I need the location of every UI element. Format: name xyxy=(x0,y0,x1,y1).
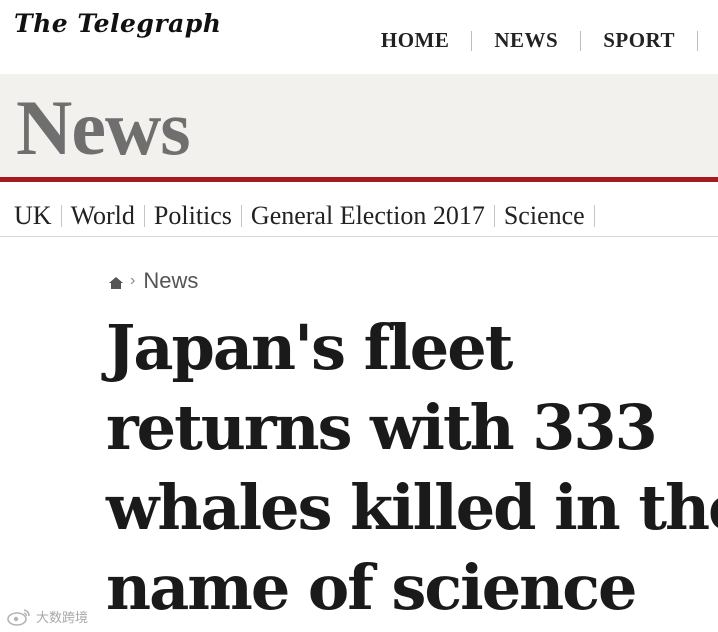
headline-line: returns with 333 xyxy=(106,391,658,464)
headline-line: Japan's fleet xyxy=(106,311,513,384)
top-nav-news[interactable]: NEWS xyxy=(472,28,580,53)
section-accent-rule xyxy=(0,177,718,182)
sub-nav-politics[interactable]: Politics xyxy=(147,201,239,231)
chevron-right-icon: › xyxy=(130,272,136,289)
site-logo[interactable]: The Telegraph xyxy=(14,9,221,38)
site-header: The Telegraph HOME NEWS SPORT xyxy=(0,0,718,74)
section-sub-nav: UK World Politics General Election 2017 … xyxy=(0,196,718,236)
headline-line: whales killed in the xyxy=(106,471,718,544)
top-nav-sport[interactable]: SPORT xyxy=(581,28,697,53)
article-headline: Japan's fleet returns with 333 whales ki… xyxy=(106,308,718,628)
watermark: 大数跨境 xyxy=(6,607,88,626)
sub-nav-divider xyxy=(593,205,595,227)
page: The Telegraph HOME NEWS SPORT News UK Wo… xyxy=(0,0,718,632)
sub-nav-world[interactable]: World xyxy=(64,201,142,231)
sub-nav-divider xyxy=(240,205,242,227)
sub-nav-divider xyxy=(60,205,62,227)
sub-nav-divider xyxy=(143,205,145,227)
top-nav: HOME NEWS SPORT xyxy=(359,28,718,53)
breadcrumb: › News xyxy=(108,268,198,294)
home-icon[interactable] xyxy=(108,276,124,290)
top-nav-home[interactable]: HOME xyxy=(359,28,472,53)
watermark-text: 大数跨境 xyxy=(36,611,89,626)
weibo-icon xyxy=(7,608,30,626)
breadcrumb-news-link[interactable]: News xyxy=(143,268,198,294)
top-nav-divider xyxy=(697,30,698,51)
headline-line: name of science xyxy=(106,551,637,624)
sub-nav-uk[interactable]: UK xyxy=(0,201,59,231)
sub-nav-general-election-2017[interactable]: General Election 2017 xyxy=(244,201,492,231)
section-header: News xyxy=(0,74,718,177)
sub-nav-divider xyxy=(493,205,495,227)
sub-nav-rule xyxy=(0,236,718,237)
section-title[interactable]: News xyxy=(16,80,191,176)
sub-nav-science[interactable]: Science xyxy=(497,201,592,231)
